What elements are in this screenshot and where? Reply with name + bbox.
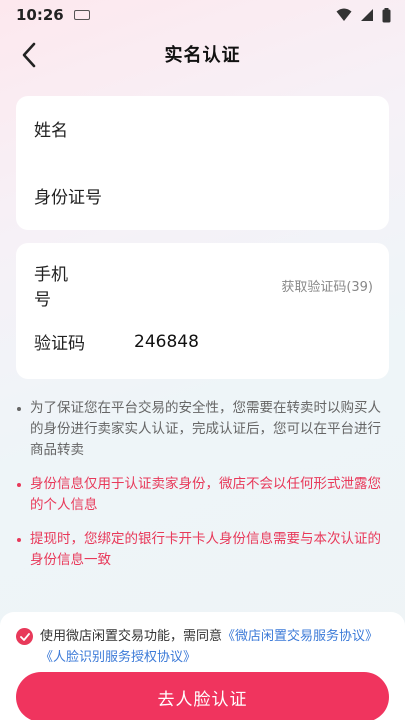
status-bar: 10:26 (0, 0, 405, 30)
note-item: 提现时，您绑定的银行卡开卡人身份信息需要与本次认证的身份信息一致 (16, 529, 391, 571)
name-input[interactable] (134, 113, 373, 143)
status-time: 10:26 (16, 6, 64, 24)
wifi-icon (336, 8, 352, 21)
code-input[interactable]: 246848 (134, 332, 199, 352)
id-row: 身份证号 (34, 180, 373, 210)
code-label: 验证码 (34, 334, 85, 354)
status-icons (336, 7, 391, 23)
keyboard-icon (73, 10, 90, 20)
phone-label: 手机号 (34, 265, 68, 310)
signal-icon (361, 9, 373, 21)
phone-input[interactable] (81, 270, 282, 300)
name-label: 姓名 (34, 120, 68, 141)
id-number-label: 身份证号 (34, 187, 102, 208)
note-item: 为了保证您在平台交易的安全性，您需要在转卖时以购买人的身份进行卖家实人认证，完成… (16, 398, 391, 461)
chevron-left-icon (22, 42, 36, 68)
agreement-prefix: 使用微店闲置交易功能，需同意 (40, 629, 223, 644)
notes: 为了保证您在平台交易的安全性，您需要在转卖时以购买人的身份进行卖家实人认证，完成… (16, 398, 391, 584)
phone-row: 手机号 获取验证码(39) (34, 260, 373, 310)
nav-bar: 实名认证 (0, 30, 405, 78)
agreement-text: 使用微店闲置交易功能，需同意《微店闲置交易服务协议》《人脸识别服务授权协议》 (40, 626, 388, 668)
service-agreement-link[interactable]: 《微店闲置交易服务协议》 (222, 629, 378, 644)
face-auth-agreement-link[interactable]: 《人脸识别服务授权协议》 (40, 650, 196, 665)
id-number-input[interactable] (134, 180, 373, 210)
face-verify-button[interactable]: 去人脸认证 (16, 672, 389, 720)
check-icon (19, 632, 30, 641)
agreement-checkbox[interactable] (16, 628, 33, 645)
get-code-button[interactable]: 获取验证码(39) (281, 276, 373, 295)
name-row: 姓名 (34, 113, 373, 143)
note-item: 身份信息仅用于认证卖家身份，微店不会以任何形式泄露您的个人信息 (16, 474, 391, 516)
agreement: 使用微店闲置交易功能，需同意《微店闲置交易服务协议》《人脸识别服务授权协议》 (16, 626, 388, 668)
page-title: 实名认证 (164, 45, 241, 66)
verify-card: 手机号 获取验证码(39) 验证码 246848 (16, 243, 389, 379)
code-row: 验证码 246848 (34, 329, 373, 355)
back-button[interactable] (14, 40, 44, 70)
identity-card: 姓名 身份证号 (16, 96, 389, 230)
battery-icon (382, 7, 391, 22)
